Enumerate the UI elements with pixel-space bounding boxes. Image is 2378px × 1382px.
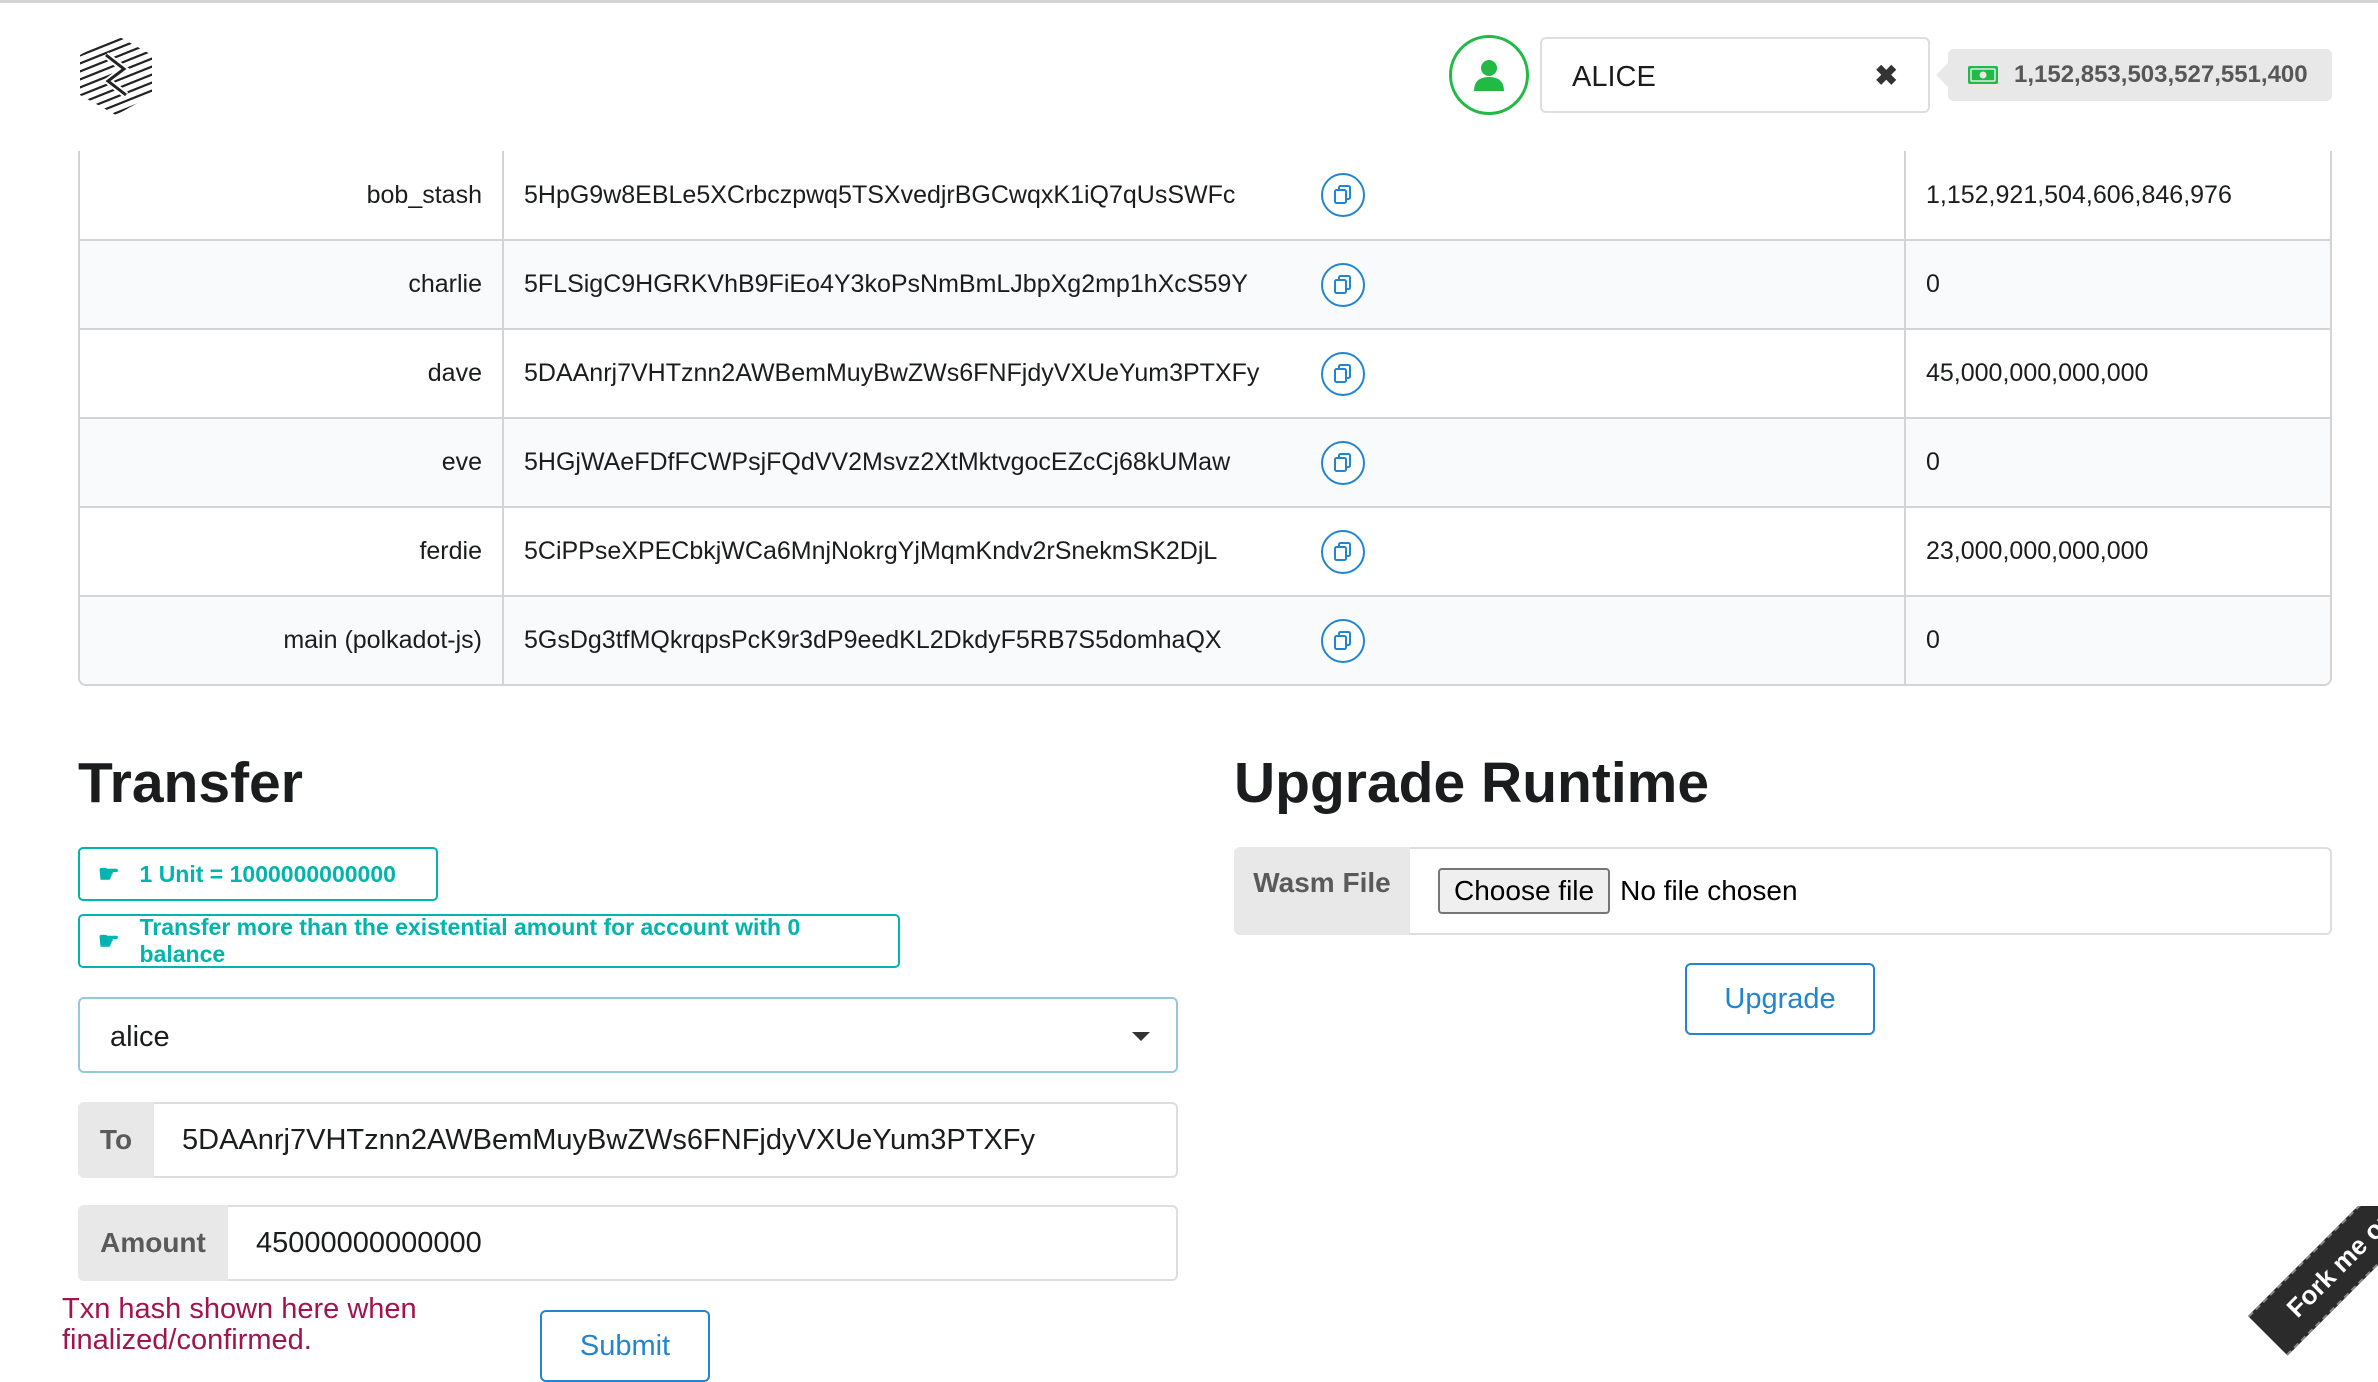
copy-address-button[interactable]	[1321, 262, 1365, 307]
existential-info-label: ☛ Transfer more than the existential amo…	[78, 914, 900, 968]
account-name-cell: charlie	[80, 241, 504, 328]
account-selector[interactable]: ALICE ✖	[1540, 37, 1930, 113]
hand-pointing-icon: ☛	[98, 927, 120, 955]
fork-ribbon-container: Fork me on GitHub	[2218, 1206, 2378, 1366]
account-balance: 1,152,853,503,527,551,400	[2014, 61, 2308, 88]
hand-pointing-icon: ☛	[98, 860, 120, 888]
amount-label: Amount	[78, 1205, 228, 1281]
account-balance-cell: 45,000,000,000,000	[1926, 359, 2149, 387]
copy-cell	[1291, 508, 1906, 595]
account-address-cell: 5FLSigC9HGRKVhB9FiEo4Y3koPsNmBmLJbpXg2mp…	[524, 270, 1248, 298]
account-balance-cell: 1,152,921,504,606,846,976	[1926, 180, 2232, 209]
unit-info-text: 1 Unit = 1000000000000	[139, 860, 396, 887]
copy-address-button[interactable]	[1321, 529, 1365, 574]
clear-icon[interactable]: ✖	[1875, 59, 1898, 92]
fork-me-on-github-ribbon[interactable]: Fork me on GitHub	[2248, 1206, 2378, 1356]
choose-file-button[interactable]: Choose file	[1438, 868, 1611, 914]
copy-address-button[interactable]	[1321, 351, 1365, 396]
copy-cell	[1291, 151, 1906, 239]
copy-cell	[1291, 330, 1906, 417]
accounts-table: bob_stash 5HpG9w8EBLe5XCrbczpwq5TSXvedjr…	[78, 151, 2332, 686]
wasm-file-field: Wasm File Choose file No file chosen	[1234, 847, 2332, 935]
table-row: charlie 5FLSigC9HGRKVhB9FiEo4Y3koPsNmBmL…	[80, 239, 2330, 328]
table-row: bob_stash 5HpG9w8EBLe5XCrbczpwq5TSXvedjr…	[80, 151, 2330, 239]
transfer-title: Transfer	[78, 751, 303, 815]
unit-info-label: ☛ 1 Unit = 1000000000000	[78, 847, 438, 901]
user-icon	[1474, 60, 1504, 91]
user-icon-button[interactable]	[1449, 35, 1529, 115]
account-name-cell: main (polkadot-js)	[80, 597, 504, 684]
amount-input[interactable]: 45000000000000	[228, 1205, 1178, 1281]
account-address-cell: 5HGjWAeFDfFCWPsjFQdVV2Msvz2XtMktvgocEZcC…	[524, 448, 1231, 476]
account-balance-cell: 0	[1926, 448, 1940, 476]
no-file-chosen-text: No file chosen	[1620, 875, 1798, 906]
copy-address-button[interactable]	[1321, 173, 1365, 217]
account-address-cell: 5GsDg3tfMQkrqpsPcK9r3dP9eedKL2DkdyF5RB7S…	[524, 626, 1222, 654]
account-name-cell: bob_stash	[80, 151, 504, 239]
table-row: dave 5DAAnrj7VHTznn2AWBemMuyBwZWs6FNFjdy…	[80, 328, 2330, 417]
to-address-field: To 5DAAnrj7VHTznn2AWBemMuyBwZWs6FNFjdyVX…	[78, 1102, 1178, 1178]
balance-label: 1,152,853,503,527,551,400	[1936, 49, 2332, 101]
account-name-cell: ferdie	[80, 508, 504, 595]
copy-cell	[1291, 241, 1906, 328]
account-address-cell: 5DAAnrj7VHTznn2AWBemMuyBwZWs6FNFjdyVXUeY…	[524, 359, 1260, 387]
top-menu: ALICE ✖ 1,152,853,503,527,551,400	[0, 3, 2378, 148]
copy-icon	[1334, 541, 1351, 561]
wasm-file-label: Wasm File	[1234, 847, 1410, 935]
copy-icon	[1334, 630, 1351, 650]
table-row: main (polkadot-js) 5GsDg3tfMQkrqpsPcK9r3…	[80, 595, 2330, 684]
wasm-file-input: Choose file No file chosen	[1410, 847, 2332, 935]
account-balance-cell: 0	[1926, 626, 1940, 654]
copy-address-button[interactable]	[1321, 618, 1365, 663]
to-address-input[interactable]: 5DAAnrj7VHTznn2AWBemMuyBwZWs6FNFjdyVXUeY…	[154, 1102, 1178, 1178]
copy-icon	[1334, 185, 1351, 204]
copy-cell	[1291, 597, 1906, 684]
amount-field: Amount 45000000000000	[78, 1205, 1178, 1281]
table-row: ferdie 5CiPPseXPECbkjWCa6MnjNokrgYjMqmKn…	[80, 506, 2330, 595]
to-label: To	[78, 1102, 154, 1178]
account-address-cell: 5CiPPseXPECbkjWCa6MnjNokrgYjMqmKndv2rSne…	[524, 537, 1218, 565]
upgrade-runtime-title: Upgrade Runtime	[1234, 751, 1710, 815]
table-row: eve 5HGjWAeFDfFCWPsjFQdVV2Msvz2XtMktvgoc…	[80, 417, 2330, 506]
copy-icon	[1334, 452, 1351, 472]
upgrade-button[interactable]: Upgrade	[1685, 963, 1875, 1035]
submit-button[interactable]: Submit	[540, 1310, 710, 1382]
chevron-down-icon	[1132, 1032, 1150, 1041]
from-account-value: alice	[110, 1021, 170, 1053]
account-name-cell: dave	[80, 330, 504, 417]
copy-address-button[interactable]	[1321, 440, 1365, 485]
from-account-dropdown[interactable]: alice	[78, 997, 1178, 1073]
account-address-cell: 5HpG9w8EBLe5XCrbczpwq5TSXvedjrBGCwqxK1iQ…	[524, 180, 1236, 209]
copy-icon	[1334, 274, 1351, 294]
selected-account-name: ALICE	[1572, 61, 1656, 93]
txn-status-text: Txn hash shown here when finalized/confi…	[62, 1293, 417, 1356]
substrate-logo-icon[interactable]	[76, 33, 156, 117]
money-bill-icon	[1968, 66, 1998, 84]
account-balance-cell: 0	[1926, 270, 1940, 298]
copy-cell	[1291, 419, 1906, 506]
copy-icon	[1334, 363, 1351, 383]
account-balance-cell: 23,000,000,000,000	[1926, 537, 2149, 565]
account-name-cell: eve	[80, 419, 504, 506]
existential-info-text: Transfer more than the existential amoun…	[139, 914, 801, 967]
